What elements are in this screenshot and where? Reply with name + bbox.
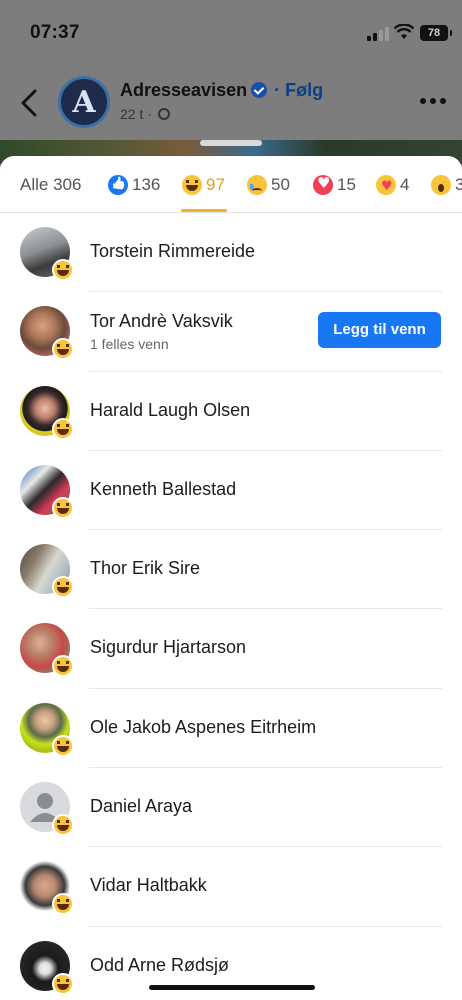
wow-icon [431,175,451,195]
haha-reaction-badge-icon [52,417,74,440]
more-options-icon[interactable] [420,98,446,104]
list-item[interactable]: Ole Jakob Aspenes Eitrheim [0,689,462,769]
haha-reaction-badge-icon [52,814,74,837]
home-indicator[interactable] [149,985,315,990]
post-time: 22 t · [120,106,152,122]
haha-reaction-badge-icon [52,893,74,916]
status-bar: 07:37 78 [0,0,462,64]
haha-reaction-badge-icon [52,259,74,281]
list-item[interactable]: Harald Laugh Olsen [0,372,462,451]
page-logo-avatar[interactable]: A [58,76,110,128]
list-item[interactable]: Daniel Araya [0,768,462,848]
people-list: Torstein Rimmereide Tor Andrè Vaksvik 1 … [0,213,462,1000]
care-icon [376,175,396,195]
person-name[interactable]: Vidar Haltbakk [90,875,207,896]
list-item[interactable]: Tor Andrè Vaksvik 1 felles venn Legg til… [0,292,462,372]
battery-icon: 78 [420,25,452,41]
list-item[interactable]: Vidar Haltbakk [0,847,462,927]
back-arrow-icon[interactable] [20,88,38,118]
tab-haha[interactable]: 97 [182,174,225,196]
person-name[interactable]: Torstein Rimmereide [90,241,255,262]
tab-love[interactable]: 15 [313,174,356,196]
haha-reaction-badge-icon [52,655,74,678]
reactions-sheet: Alle 306 136 97 50 15 4 3 Torstein Rimme… [0,156,462,1000]
person-name[interactable]: Harald Laugh Olsen [90,400,250,421]
person-name[interactable]: Thor Erik Sire [90,558,200,579]
tab-all[interactable]: Alle 306 [20,174,81,196]
person-name[interactable]: Odd Arne Rødsjø [90,955,229,976]
list-item[interactable]: Kenneth Ballestad [0,451,462,531]
person-name[interactable]: Kenneth Ballestad [90,479,236,500]
active-tab-indicator [181,209,227,212]
sheet-drag-handle[interactable] [200,140,262,146]
haha-reaction-badge-icon [52,734,74,757]
person-name[interactable]: Ole Jakob Aspenes Eitrheim [90,717,316,738]
person-name[interactable]: Daniel Araya [90,796,192,817]
page-name[interactable]: Adresseavisen [120,80,247,100]
wifi-icon [394,24,414,39]
person-name[interactable]: Tor Andrè Vaksvik [90,311,233,332]
add-friend-button[interactable]: Legg til venn [318,312,441,349]
signal-icon [367,27,389,41]
haha-reaction-badge-icon [52,338,74,361]
status-time: 07:37 [30,22,80,43]
tab-wow[interactable]: 3 [431,174,462,196]
audience-globe-icon [157,108,170,120]
sad-icon [247,175,267,195]
verified-badge-icon [251,82,268,98]
post-header: A Adresseavisen · Følg 22 t · [0,64,462,142]
tab-like[interactable]: 136 [108,174,160,196]
list-item[interactable]: Thor Erik Sire [0,530,462,610]
like-icon [108,175,128,195]
tab-care[interactable]: 4 [376,174,409,196]
haha-reaction-badge-icon [52,496,74,519]
follow-button[interactable]: · Følg [274,80,323,100]
mutual-friends-text: 1 felles venn [90,336,169,353]
list-item[interactable]: Torstein Rimmereide [0,213,462,293]
love-icon [313,174,333,195]
haha-reaction-badge-icon [52,576,74,599]
haha-reaction-badge-icon [52,972,74,995]
reaction-tabs: Alle 306 136 97 50 15 4 3 [0,156,462,213]
person-name[interactable]: Sigurdur Hjartarson [90,637,246,658]
tab-sad[interactable]: 50 [247,174,290,196]
list-item[interactable]: Sigurdur Hjartarson [0,609,462,689]
haha-icon [182,175,202,195]
